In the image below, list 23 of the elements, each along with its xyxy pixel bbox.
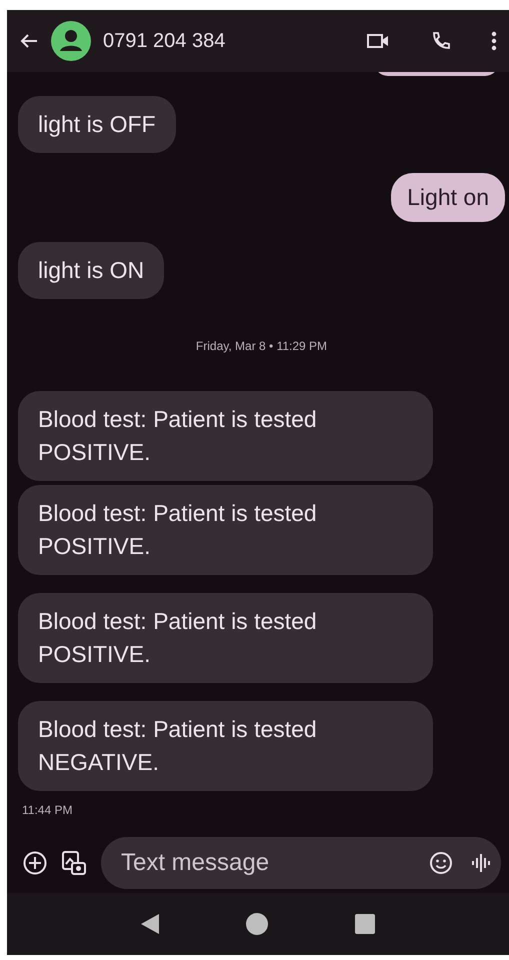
- add-icon[interactable]: [23, 851, 47, 875]
- emoji-icon[interactable]: [429, 851, 453, 875]
- avatar-icon[interactable]: [51, 21, 91, 61]
- contact-number: 0791 204 384: [103, 30, 226, 52]
- message-input[interactable]: Text message: [121, 849, 411, 877]
- message-bubble: Light on: [391, 173, 505, 222]
- message-bubble: Blood test: Patient is tested POSITIVE.: [18, 593, 433, 683]
- phone-icon[interactable]: [431, 31, 451, 51]
- message-bubble: light is OFF: [18, 96, 176, 153]
- message-timestamp: 11:44 PM: [22, 803, 74, 817]
- back-nav-icon[interactable]: [140, 914, 159, 934]
- date-separator: Friday, Mar 8 • 11:29 PM: [196, 339, 328, 353]
- recents-nav-icon[interactable]: [355, 914, 376, 934]
- message-field[interactable]: Text message: [101, 837, 501, 889]
- message-bubble: Blood test: Patient is tested POSITIVE.: [18, 391, 433, 481]
- message-bubble: light is ON: [18, 242, 164, 299]
- message-bubble: Blood test: Patient is tested POSITIVE.: [18, 485, 433, 575]
- more-options-icon[interactable]: [491, 31, 497, 51]
- gallery-icon[interactable]: [61, 850, 87, 876]
- home-nav-icon[interactable]: [246, 913, 268, 935]
- video-call-icon[interactable]: [367, 33, 389, 49]
- voice-icon[interactable]: [471, 852, 491, 874]
- message-bubble: Blood test: Patient is tested NEGATIVE.: [18, 701, 433, 791]
